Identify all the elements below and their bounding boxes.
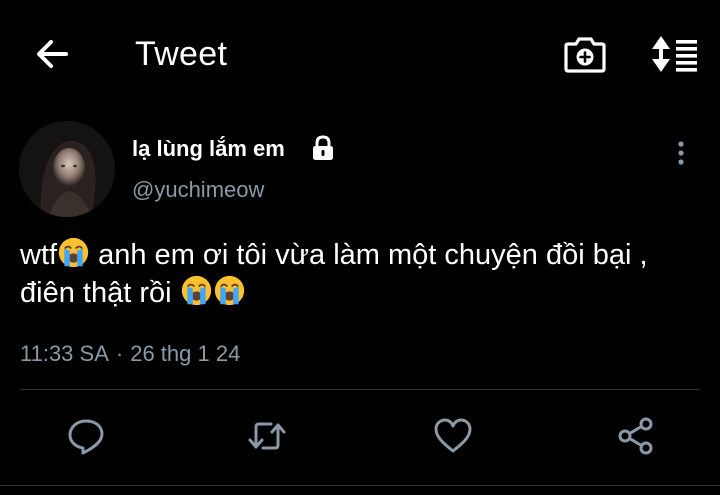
sort-button[interactable]: [648, 34, 700, 74]
lock-icon: [310, 135, 336, 161]
tweet-date: 26 thg 1 24: [130, 341, 241, 366]
share-button[interactable]: [616, 416, 656, 456]
retweet-button[interactable]: [247, 416, 287, 456]
profile-photo: [19, 121, 115, 217]
tweet-text-part-2: anh em ơi tôi vừa làm một chuyện đồi bại…: [20, 239, 648, 309]
retweet-icon: [248, 422, 286, 450]
more-vertical-icon: [678, 141, 684, 165]
loudly-crying-face-emoji: [181, 275, 211, 306]
tweet-time: 11:33 SA: [20, 341, 109, 366]
share-icon: [618, 417, 653, 455]
bottom-divider: [0, 485, 720, 486]
like-button[interactable]: [433, 416, 473, 456]
sort-arrows-list-icon: [652, 36, 697, 72]
tweet-text: wtf anh em ơi tôi vừa làm một chuyện đồi…: [20, 236, 700, 312]
tweet-timestamp: 11:33 SA · 26 thg 1 24: [20, 340, 240, 368]
reply-button[interactable]: [66, 416, 106, 456]
loudly-crying-face-emoji: [214, 275, 244, 306]
heart-icon: [434, 418, 472, 453]
camera-button[interactable]: [562, 34, 608, 74]
display-name[interactable]: lạ lùng lắm em: [132, 135, 285, 163]
username[interactable]: @yuchimeow: [132, 176, 264, 204]
arrow-left-icon: [37, 40, 68, 68]
more-options-button[interactable]: [666, 138, 696, 168]
reply-icon: [68, 419, 104, 455]
page-title: Tweet: [135, 35, 228, 73]
tweet-text-part-1: wtf: [20, 239, 58, 271]
loudly-crying-face-emoji: [58, 237, 89, 268]
top-app-bar: Tweet: [0, 0, 720, 110]
timestamp-separator: ·: [115, 341, 124, 366]
avatar[interactable]: [19, 121, 115, 217]
divider: [20, 389, 700, 390]
back-button[interactable]: [28, 34, 78, 74]
camera-add-icon: [564, 37, 606, 73]
